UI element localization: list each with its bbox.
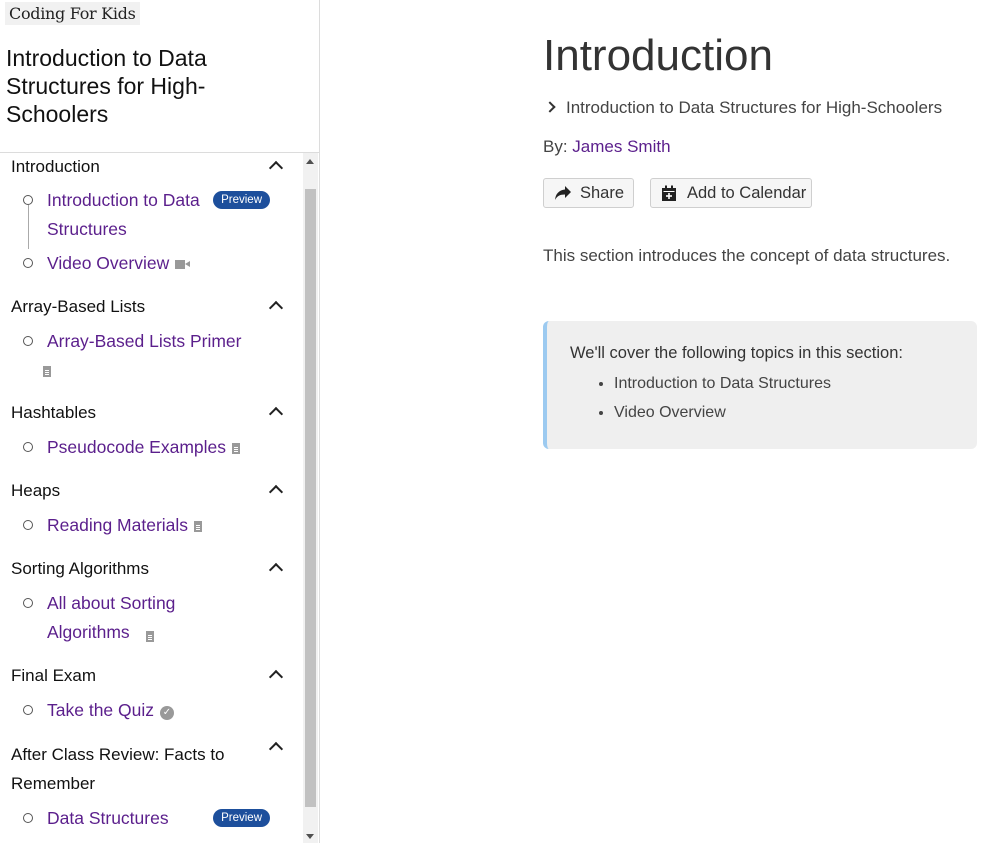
section-description: This section introduces the concept of d… — [543, 246, 951, 265]
section-title: Introduction — [11, 157, 100, 176]
section-title: Final Exam — [11, 666, 97, 685]
scrollbar-thumb[interactable] — [305, 189, 316, 807]
lesson-item[interactable]: Pseudocode Examples — [0, 433, 303, 462]
progress-circle-icon — [23, 442, 33, 452]
lesson-link[interactable]: Take the Quiz — [47, 700, 154, 720]
section-header[interactable]: Hashtables — [0, 399, 303, 427]
section-title: Sorting Algorithms — [11, 559, 149, 578]
topic-item: Video Overview — [614, 398, 977, 427]
chevron-right-icon — [544, 101, 556, 113]
calendar-plus-icon — [662, 185, 676, 201]
progress-circle-icon — [23, 813, 33, 823]
lesson-item[interactable]: Video Overview — [0, 249, 303, 278]
section-title: Hashtables — [11, 403, 97, 422]
chevron-up-icon[interactable] — [268, 484, 284, 500]
video-icon — [175, 260, 191, 269]
curriculum-list: Introduction Introduction to Data Struct… — [0, 153, 303, 843]
progress-circle-icon — [23, 336, 33, 346]
author-link[interactable]: James Smith — [572, 137, 670, 156]
lesson-item[interactable]: All about Sorting Algorithms — [0, 589, 303, 647]
lesson-link[interactable]: Array-Based Lists Primer — [47, 331, 242, 351]
topic-item: Introduction to Data Structures — [614, 369, 977, 398]
chevron-up-icon[interactable] — [268, 741, 284, 757]
scroll-up-arrow-icon[interactable] — [306, 159, 314, 164]
section-title: Heaps — [11, 481, 61, 500]
progress-circle-icon — [23, 520, 33, 530]
check-circle-icon: ✓ — [160, 706, 174, 720]
section-sorting-algorithms: Sorting Algorithms All about Sorting Alg… — [0, 555, 303, 647]
lesson-link[interactable]: Pseudocode Examples — [47, 437, 226, 457]
byline-prefix: By: — [543, 137, 573, 156]
lesson-link[interactable]: Video Overview — [47, 253, 169, 273]
document-icon — [194, 521, 203, 532]
document-icon — [43, 366, 51, 377]
chevron-up-icon[interactable] — [268, 562, 284, 578]
progress-circle-icon — [23, 705, 33, 715]
section-after-class-review: After Class Review: Facts to Remember Da… — [0, 740, 303, 833]
topics-callout: We'll cover the following topics in this… — [543, 321, 977, 449]
scroll-down-arrow-icon[interactable] — [306, 834, 314, 839]
section-header[interactable]: Introduction — [0, 153, 303, 181]
share-icon — [555, 186, 571, 200]
share-button[interactable]: Share — [543, 178, 634, 208]
lesson-item[interactable]: Array-Based Lists Primer — [0, 327, 303, 385]
sidebar-scrollbar[interactable] — [303, 153, 318, 843]
section-header[interactable]: After Class Review: Facts to Remember — [0, 740, 303, 798]
chevron-up-icon[interactable] — [268, 406, 284, 422]
breadcrumb: Introduction to Data Structures for High… — [544, 96, 942, 120]
document-icon — [146, 631, 154, 642]
progress-circle-icon — [23, 195, 33, 205]
course-title: Introduction to Data Structures for High… — [6, 45, 207, 127]
chevron-up-icon[interactable] — [268, 300, 284, 316]
lesson-item[interactable]: Data Structures Preview — [0, 804, 303, 833]
calendar-label: Add to Calendar — [687, 184, 807, 202]
byline: By: James Smith — [543, 135, 671, 159]
share-label: Share — [580, 184, 625, 202]
section-title: After Class Review: Facts to Remember — [11, 745, 225, 793]
section-heaps: Heaps Reading Materials — [0, 477, 303, 540]
section-hashtables: Hashtables Pseudocode Examples — [0, 399, 303, 462]
preview-badge: Preview — [213, 809, 270, 827]
lesson-link[interactable]: Data Structures — [47, 808, 169, 828]
site-logo[interactable]: Coding For Kids — [5, 2, 140, 25]
chevron-up-icon[interactable] — [268, 160, 284, 176]
section-array-based-lists: Array-Based Lists Array-Based Lists Prim… — [0, 293, 303, 385]
progress-circle-icon — [23, 258, 33, 268]
chevron-up-icon[interactable] — [268, 669, 284, 685]
sidebar: Coding For Kids Introduction to Data Str… — [0, 0, 320, 843]
breadcrumb-course-link[interactable]: Introduction to Data Structures for High… — [566, 98, 942, 117]
preview-badge: Preview — [213, 191, 270, 209]
section-header[interactable]: Sorting Algorithms — [0, 555, 303, 583]
add-to-calendar-button[interactable]: Add to Calendar — [650, 178, 812, 208]
progress-circle-icon — [23, 598, 33, 608]
lesson-item[interactable]: Take the Quiz ✓ — [0, 696, 303, 725]
lesson-item[interactable]: Reading Materials — [0, 511, 303, 540]
section-final-exam: Final Exam Take the Quiz ✓ — [0, 662, 303, 725]
section-introduction: Introduction Introduction to Data Struct… — [0, 153, 303, 278]
section-header[interactable]: Array-Based Lists — [0, 293, 303, 321]
lesson-link[interactable]: Reading Materials — [47, 515, 188, 535]
topics-list: Introduction to Data Structures Video Ov… — [570, 369, 977, 427]
callout-title: We'll cover the following topics in this… — [570, 344, 903, 362]
lesson-item[interactable]: Introduction to Data Structures Preview — [0, 186, 303, 249]
section-header[interactable]: Heaps — [0, 477, 303, 505]
progress-connector — [28, 205, 29, 249]
lesson-link[interactable]: Introduction to Data Structures — [47, 186, 212, 244]
page-title: Introduction — [543, 31, 773, 80]
section-header[interactable]: Final Exam — [0, 662, 303, 690]
document-icon — [232, 443, 240, 454]
lesson-link[interactable]: All about Sorting Algorithms — [47, 589, 197, 647]
section-title: Array-Based Lists — [11, 297, 146, 316]
